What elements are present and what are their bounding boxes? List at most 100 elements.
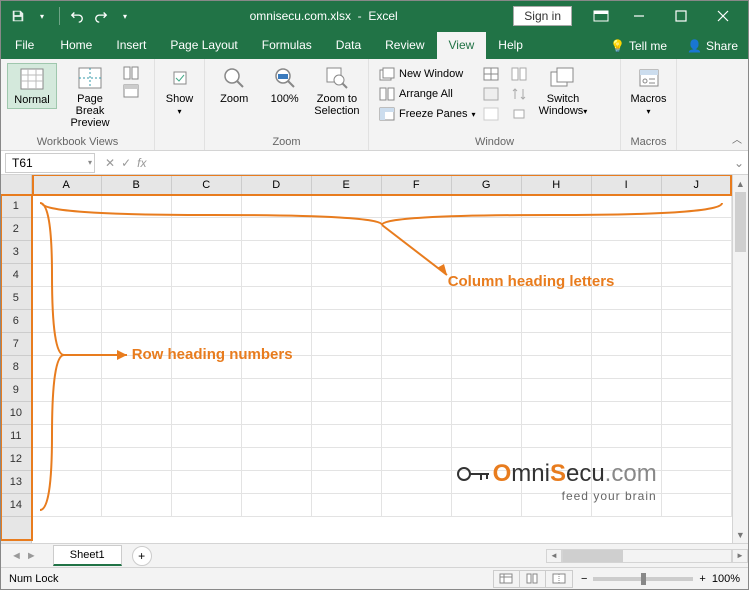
cell[interactable] [592,425,662,448]
cell[interactable] [382,333,452,356]
page-break-preview-button[interactable]: Page Break Preview [61,63,119,131]
tab-file[interactable]: File [1,32,48,59]
cell[interactable] [102,241,172,264]
close-icon[interactable] [702,1,744,31]
cell[interactable] [32,264,102,287]
row-header[interactable]: 1 [1,195,31,218]
hscroll-left-icon[interactable]: ◄ [546,549,562,563]
cell[interactable] [522,195,592,218]
unhide-button[interactable] [479,105,503,123]
cell[interactable] [662,448,732,471]
cell[interactable] [592,218,662,241]
formula-input[interactable] [152,153,730,173]
tab-insert[interactable]: Insert [104,32,158,59]
scroll-up-icon[interactable]: ▲ [733,175,748,192]
select-all-corner[interactable] [1,175,31,195]
new-window-button[interactable]: New Window [375,65,475,83]
column-header[interactable]: G [452,175,522,194]
cell[interactable] [172,218,242,241]
cell[interactable] [592,264,662,287]
cell[interactable] [522,333,592,356]
cell[interactable] [592,471,662,494]
cell[interactable] [592,287,662,310]
cell[interactable] [382,448,452,471]
view-side-by-side-button[interactable] [507,65,531,83]
cell[interactable] [312,448,382,471]
tab-scroll-left-icon[interactable]: ◄ [11,550,22,562]
cell[interactable] [452,264,522,287]
tab-page-layout[interactable]: Page Layout [158,32,249,59]
qat-customize-icon[interactable]: ▾ [33,7,51,25]
column-header[interactable]: D [242,175,312,194]
cell[interactable] [522,241,592,264]
reset-position-button[interactable] [507,105,531,123]
row-header[interactable]: 5 [1,287,31,310]
view-normal-icon[interactable] [494,571,520,587]
cell[interactable] [172,195,242,218]
hscroll-right-icon[interactable]: ► [732,549,748,563]
new-sheet-button[interactable]: + [132,546,152,566]
fx-icon[interactable]: fx [137,156,146,170]
cell[interactable] [522,379,592,402]
sheet-tab-sheet1[interactable]: Sheet1 [53,545,122,566]
cell[interactable] [452,195,522,218]
cell[interactable] [522,425,592,448]
cell[interactable] [32,402,102,425]
cell[interactable] [102,402,172,425]
cell[interactable] [242,264,312,287]
arrange-all-button[interactable]: Arrange All [375,85,475,103]
cell[interactable] [32,448,102,471]
cell[interactable] [102,310,172,333]
cell[interactable] [382,287,452,310]
cell[interactable] [522,310,592,333]
zoom-percent[interactable]: 100% [712,573,740,585]
cell[interactable] [522,471,592,494]
cell[interactable] [452,402,522,425]
row-header[interactable]: 9 [1,379,31,402]
name-box[interactable]: T61▾ [5,153,95,173]
cell[interactable] [592,333,662,356]
cell[interactable] [312,425,382,448]
cell[interactable] [242,310,312,333]
tab-formulas[interactable]: Formulas [250,32,324,59]
cell[interactable] [592,310,662,333]
view-page-break-icon[interactable] [546,571,572,587]
zoom-slider[interactable] [593,577,693,581]
zoom-button[interactable]: Zoom [211,63,257,107]
cell[interactable] [172,448,242,471]
cell[interactable] [242,287,312,310]
tab-scroll-right-icon[interactable]: ► [26,550,37,562]
cell[interactable] [592,356,662,379]
cancel-formula-icon[interactable]: ✕ [105,156,115,170]
zoom-out-button[interactable]: − [581,573,587,585]
cell[interactable] [382,264,452,287]
vertical-scrollbar[interactable]: ▲ ▼ [732,175,748,543]
maximize-icon[interactable] [660,1,702,31]
row-header[interactable]: 10 [1,402,31,425]
cell[interactable] [102,287,172,310]
cell[interactable] [242,402,312,425]
cell[interactable] [452,448,522,471]
cell[interactable] [242,241,312,264]
column-header[interactable]: F [382,175,452,194]
cell[interactable] [592,241,662,264]
cell[interactable] [662,402,732,425]
column-header[interactable]: C [172,175,242,194]
tab-view[interactable]: View [437,32,487,59]
cell[interactable] [102,494,172,517]
hide-button[interactable] [479,85,503,103]
column-header[interactable]: B [102,175,172,194]
cell[interactable] [32,356,102,379]
cell[interactable] [32,425,102,448]
cell[interactable] [312,379,382,402]
cell[interactable] [32,287,102,310]
cell[interactable] [382,494,452,517]
cell[interactable] [452,218,522,241]
cell[interactable] [172,356,242,379]
normal-view-button[interactable]: Normal [7,63,57,109]
cell[interactable] [452,333,522,356]
minimize-icon[interactable] [618,1,660,31]
cell[interactable] [242,379,312,402]
row-header[interactable]: 11 [1,425,31,448]
cell[interactable] [662,425,732,448]
